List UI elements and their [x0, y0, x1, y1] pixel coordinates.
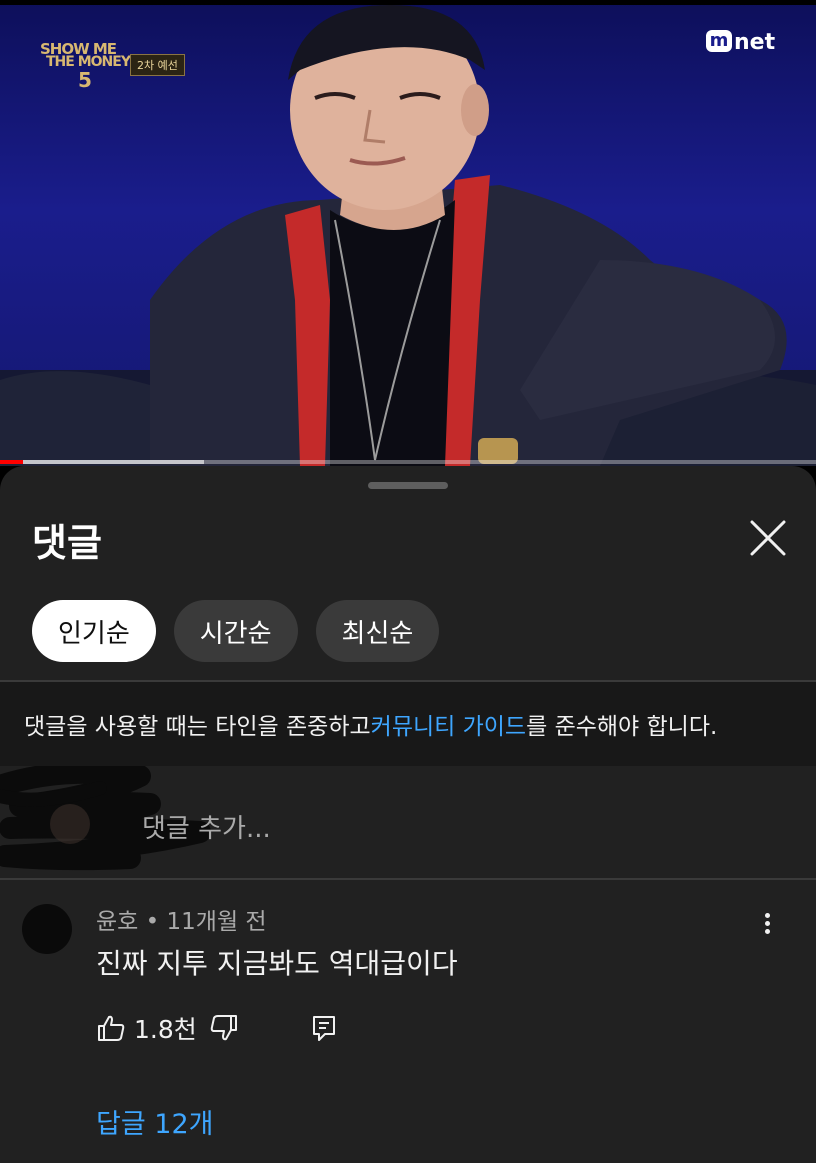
chip-newest[interactable]: 최신순 — [315, 600, 440, 662]
comment-item: 윤호 • 11개월 전 진짜 지투 지금봐도 역대급이다 1.8천 답글 12개 — [0, 880, 816, 1163]
more-dot — [764, 929, 770, 934]
channel-logo-text: net — [734, 30, 776, 55]
chip-timeline[interactable]: 시간순 — [173, 600, 298, 662]
m-logo-icon: m — [706, 30, 732, 52]
close-icon — [750, 520, 786, 556]
avatar[interactable] — [22, 904, 72, 954]
comment-meta: 윤호 • 11개월 전 — [96, 902, 267, 936]
guideline-text-after: 를 준수해야 합니다. — [526, 714, 718, 740]
thumbs-down-icon — [210, 1015, 237, 1041]
thumbs-up-icon — [98, 1015, 125, 1041]
progress-bar[interactable] — [0, 460, 816, 464]
more-dot — [764, 913, 770, 918]
comment-author[interactable]: 윤호 — [96, 909, 138, 935]
community-guidelines-link[interactable]: 커뮤니티 가이드 — [371, 707, 526, 741]
show-logo-line3: 5 — [78, 68, 92, 92]
comment-time: 11개월 전 — [166, 909, 267, 935]
more-dot — [764, 921, 770, 926]
video-player[interactable]: SHOW ME THE MONEY 5 2차 예선 m net — [0, 0, 816, 466]
sort-chips: 인기순 시간순 최신순 — [32, 600, 440, 662]
add-comment-row[interactable]: 댓글 추가... — [0, 766, 816, 878]
channel-logo: m net — [706, 30, 775, 55]
progress-buffer — [0, 460, 204, 464]
community-guideline-notice: 댓글을 사용할 때는 타인을 존중하고 커뮤니티 가이드 를 준수해야 합니다. — [0, 682, 816, 766]
guideline-text-before: 댓글을 사용할 때는 타인을 존중하고 — [24, 714, 371, 740]
like-count: 1.8천 — [134, 1015, 197, 1044]
progress-fill — [0, 460, 23, 464]
reply-icon — [312, 1016, 335, 1041]
add-comment-input[interactable]: 댓글 추가... — [142, 808, 271, 845]
like-button[interactable]: 1.8천 — [96, 1010, 209, 1046]
comments-title: 댓글 — [32, 521, 102, 565]
comment-text: 진짜 지투 지금봐도 역대급이다 — [96, 947, 458, 980]
show-logo: SHOW ME THE MONEY 5 2차 예선 — [40, 40, 196, 92]
chip-popular[interactable]: 인기순 — [32, 600, 156, 662]
comments-sheet: 댓글 인기순 시간순 최신순 댓글을 사용할 때는 타인을 존중하고 커뮤니티 … — [0, 466, 816, 1163]
drag-handle[interactable] — [368, 482, 448, 489]
more-options-button[interactable] — [752, 910, 782, 944]
view-replies-button[interactable]: 답글 12개 — [96, 1102, 213, 1141]
round-tag: 2차 예선 — [130, 54, 185, 76]
close-button[interactable] — [746, 516, 790, 560]
status-bar-edge — [0, 0, 816, 5]
reply-button[interactable] — [311, 1014, 337, 1042]
comment-actions: 1.8천 — [96, 1010, 337, 1046]
dislike-button[interactable] — [209, 1013, 239, 1043]
meta-separator: • — [145, 909, 160, 935]
